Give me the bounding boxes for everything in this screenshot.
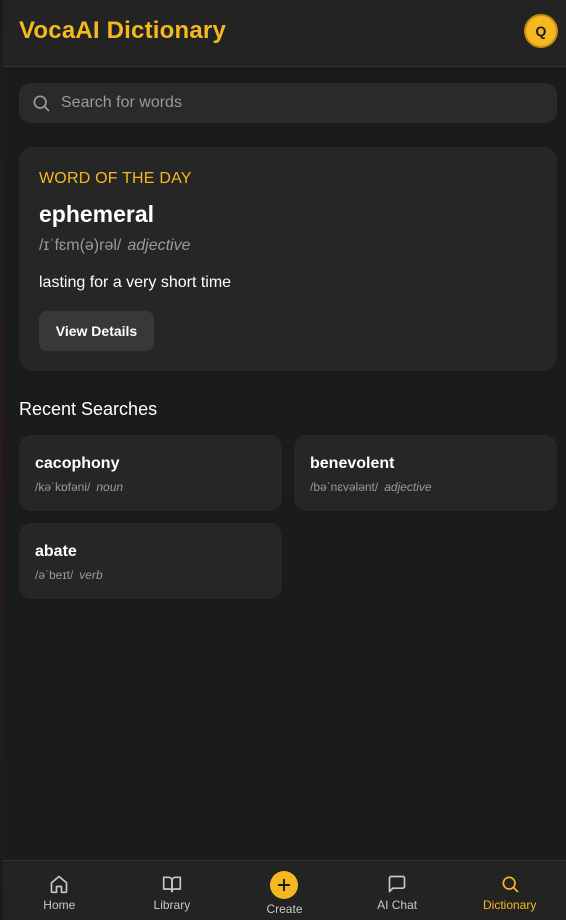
recent-word: benevolent (310, 455, 395, 472)
nav-label-home: Home (43, 898, 76, 912)
avatar[interactable]: Q (524, 14, 558, 48)
word-of-the-day-part-of-speech: adjective (127, 237, 191, 254)
nav-label-create: Create (266, 902, 303, 916)
nav-label-ai-chat: AI Chat (377, 898, 418, 912)
word-of-the-day-meta: /ɪˈfɛm(ə)rəl/adjective (39, 237, 191, 255)
recent-word-meta: /kəˈkɒfəni/noun (35, 480, 123, 494)
recent-word: abate (35, 543, 77, 560)
app-header: VocaAI Dictionary Q (3, 0, 566, 67)
recent-word: cacophony (35, 455, 120, 472)
recent-word-pronunciation: /əˈbeɪt/ (35, 568, 74, 582)
nav-label-library: Library (153, 898, 191, 912)
chat-icon (387, 874, 407, 894)
nav-item-home[interactable]: Home (3, 861, 116, 920)
word-of-the-day-pronunciation: /ɪˈfɛm(ə)rəl/ (39, 237, 122, 254)
bottom-nav: Home Library Create AI Chat Dictionary (3, 860, 566, 920)
left-edge-strip (0, 0, 3, 920)
home-icon (49, 874, 69, 894)
nav-label-dictionary: Dictionary (482, 898, 537, 912)
nav-item-create[interactable]: Create (228, 861, 341, 920)
view-details-button[interactable]: View Details (39, 311, 154, 351)
book-icon (162, 874, 182, 894)
word-of-the-day-definition: lasting for a very short time (39, 274, 232, 291)
recent-searches-title: Recent Searches (19, 399, 158, 419)
recent-search-card[interactable]: abate /əˈbeɪt/verb (19, 523, 282, 599)
recent-search-card[interactable]: benevolent /bəˈnɛvələnt/adjective (294, 435, 557, 511)
recent-word-part-of-speech: adjective (384, 480, 432, 494)
word-of-the-day-label: WORD OF THE DAY (39, 170, 192, 187)
recent-word-part-of-speech: verb (79, 568, 103, 582)
word-of-the-day-word: ephemeral (39, 201, 155, 227)
nav-item-ai-chat[interactable]: AI Chat (341, 861, 454, 920)
recent-word-meta: /bəˈnɛvələnt/adjective (310, 480, 432, 494)
recent-search-card[interactable]: cacophony /kəˈkɒfəni/noun (19, 435, 282, 511)
nav-item-dictionary[interactable]: Dictionary (453, 861, 566, 920)
search-icon (500, 874, 520, 894)
recent-word-meta: /əˈbeɪt/verb (35, 568, 103, 582)
recent-word-part-of-speech: noun (96, 480, 124, 494)
recent-word-pronunciation: /bəˈnɛvələnt/ (310, 480, 379, 494)
word-of-the-day-card: WORD OF THE DAY ephemeral /ɪˈfɛm(ə)rəl/a… (19, 147, 557, 371)
plus-icon (270, 871, 299, 899)
app-title: VocaAI Dictionary (19, 17, 227, 44)
search-bar[interactable] (19, 83, 557, 123)
nav-item-library[interactable]: Library (116, 861, 229, 920)
recent-word-pronunciation: /kəˈkɒfəni/ (35, 480, 91, 494)
search-icon (31, 93, 51, 113)
search-input[interactable] (59, 93, 523, 113)
